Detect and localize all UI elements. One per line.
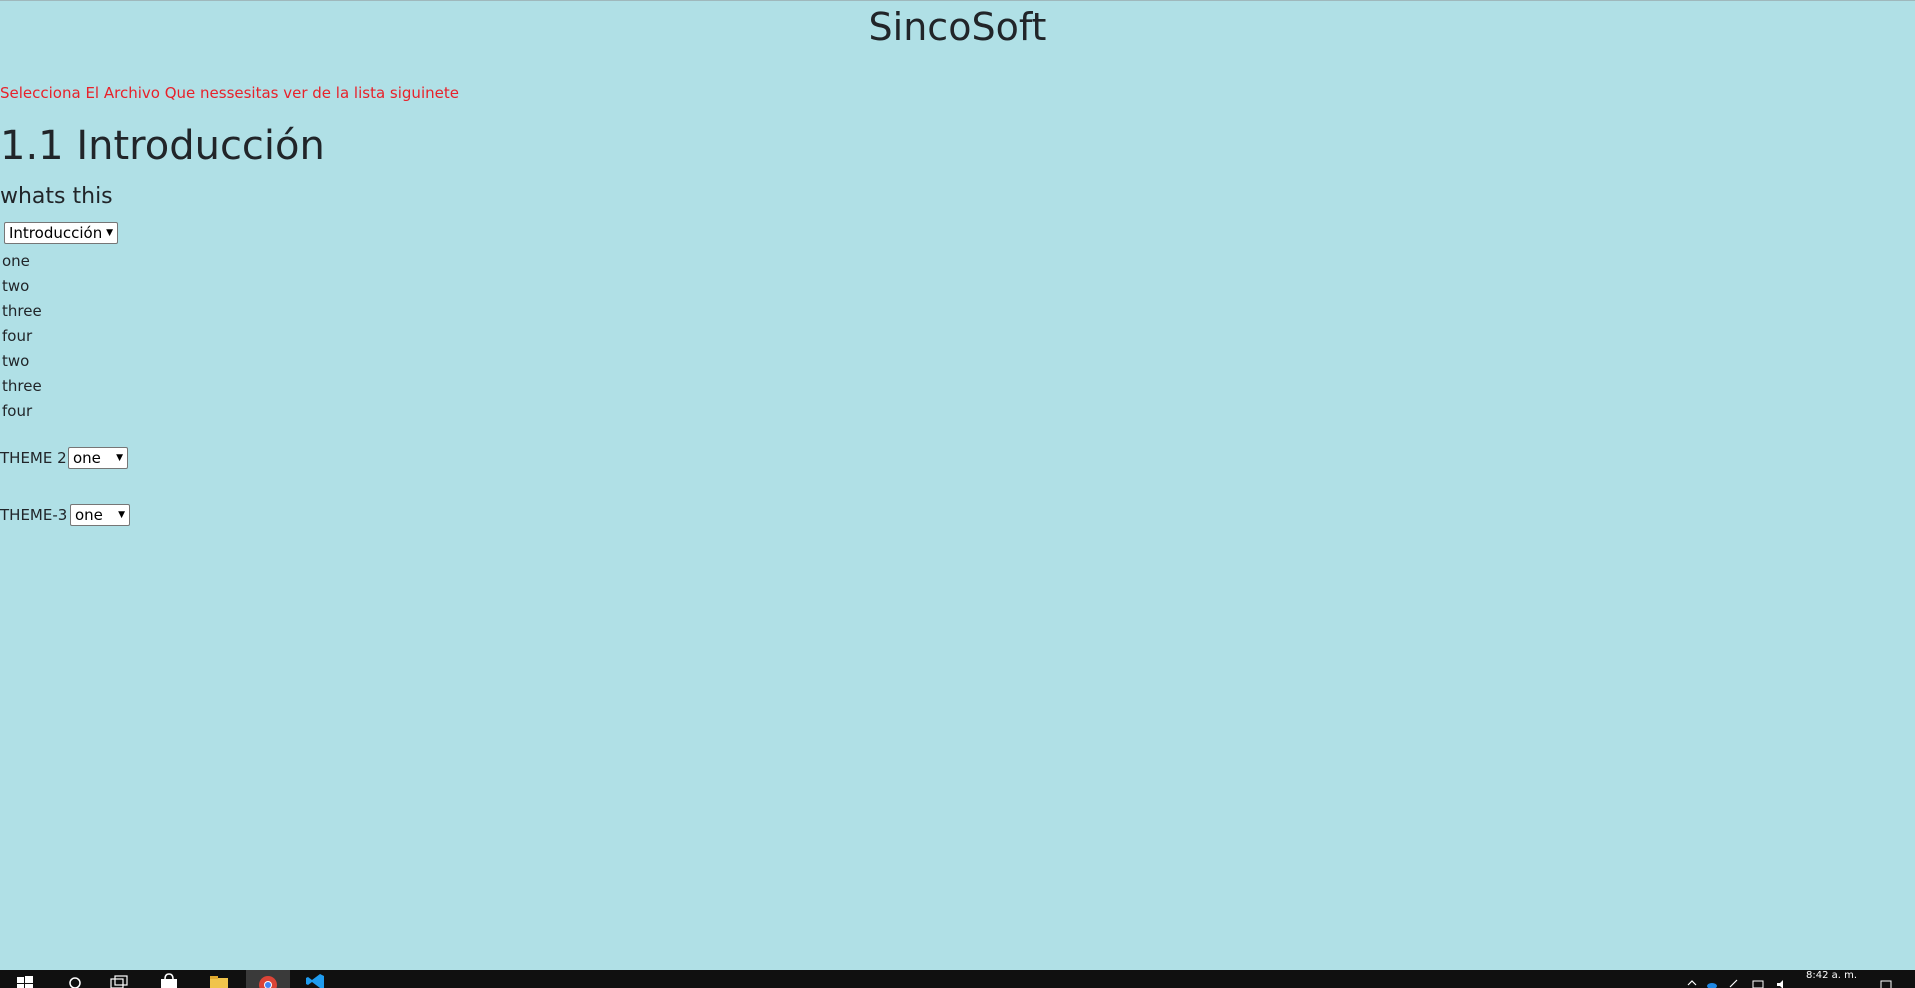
theme3-label: THEME-3	[0, 506, 68, 524]
theme2-select[interactable]: one ▼	[68, 447, 128, 469]
top-border	[0, 0, 1915, 1]
windows-taskbar: 8:42 a. m.	[0, 970, 1915, 988]
app-title: SincoSoft	[868, 5, 1047, 49]
chrome-icon[interactable]	[246, 970, 290, 988]
list-item: one	[2, 252, 30, 270]
file-explorer-icon[interactable]	[208, 973, 230, 988]
search-icon[interactable]	[66, 973, 88, 988]
volume-icon[interactable]	[1776, 974, 1788, 988]
theme3-select[interactable]: one ▼	[70, 504, 130, 526]
section-title: 1.1 Introducción	[0, 123, 325, 169]
vscode-icon[interactable]	[304, 973, 326, 988]
list-item: four	[2, 327, 33, 345]
instruction-text: Selecciona El Archivo Que nessesitas ver…	[0, 84, 459, 102]
list-item: four	[2, 402, 33, 420]
notifications-icon[interactable]	[1880, 974, 1892, 988]
theme3-select-value: one	[75, 506, 103, 524]
windows-start-icon[interactable]	[14, 973, 36, 988]
item-list: one two three four two three four	[2, 249, 42, 424]
topic-select-value: Introducción	[9, 224, 103, 242]
onedrive-icon[interactable]	[1706, 974, 1718, 988]
list-item: two	[2, 352, 30, 370]
topic-select[interactable]: Introducción ▼	[4, 222, 118, 244]
battery-icon[interactable]	[1752, 974, 1764, 988]
taskbar-clock[interactable]: 8:42 a. m.	[1806, 970, 1857, 982]
dropdown-arrow-icon: ▼	[116, 453, 123, 463]
pen-icon[interactable]	[1728, 974, 1740, 988]
theme2-select-value: one	[73, 449, 101, 467]
task-view-icon[interactable]	[108, 973, 130, 988]
dropdown-arrow-icon: ▼	[106, 228, 113, 238]
list-item: two	[2, 277, 30, 295]
section-subtitle: whats this	[0, 184, 113, 209]
theme2-label: THEME 2	[0, 449, 67, 467]
dropdown-arrow-icon: ▼	[118, 510, 125, 520]
list-item: three	[2, 302, 42, 320]
list-item: three	[2, 377, 42, 395]
chevron-up-icon[interactable]	[1686, 974, 1698, 986]
store-icon[interactable]	[158, 973, 180, 988]
